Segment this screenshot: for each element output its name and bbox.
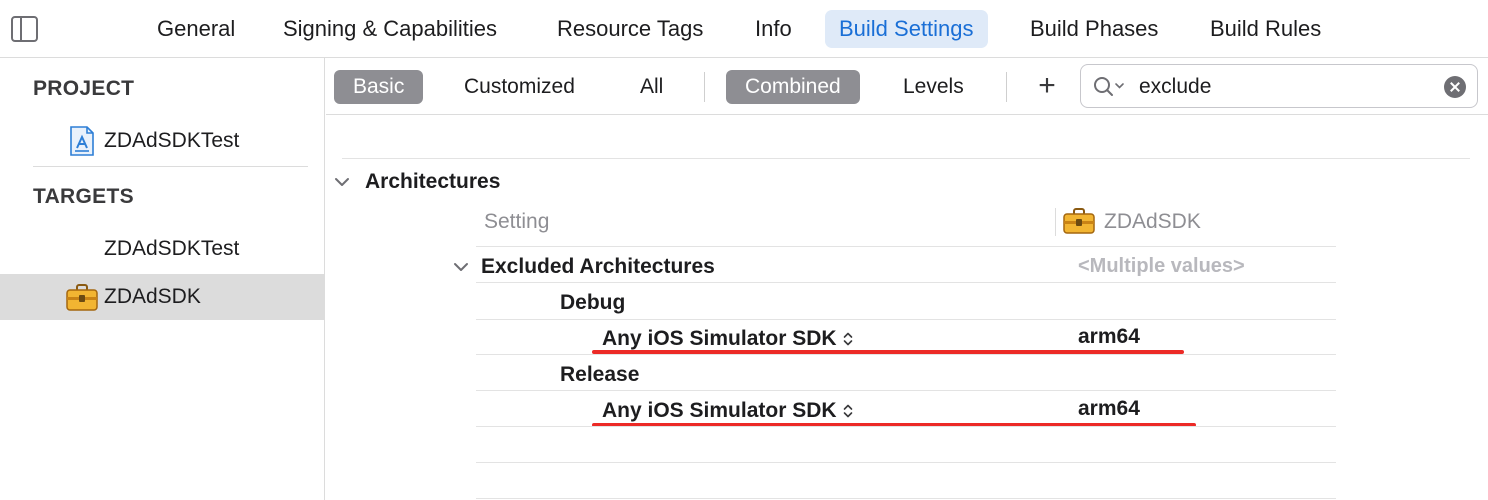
- project-heading: PROJECT: [33, 77, 135, 100]
- tab-build-rules[interactable]: Build Rules: [1196, 10, 1335, 48]
- debug-sdk-condition-label: Any iOS Simulator SDK: [602, 327, 837, 350]
- section-divider: [342, 158, 1470, 159]
- tab-build-settings[interactable]: Build Settings: [825, 10, 988, 48]
- tab-general[interactable]: General: [143, 10, 249, 48]
- header-divider: [476, 246, 1336, 247]
- chevron-down-icon[interactable]: [453, 259, 469, 275]
- target-item-zdadsdk[interactable]: ZDAdSDK: [0, 274, 324, 320]
- row-divider: [476, 354, 1336, 355]
- tab-info[interactable]: Info: [741, 10, 806, 48]
- debug-arch-value[interactable]: arm64: [1078, 325, 1140, 349]
- add-setting-button[interactable]: +: [1032, 69, 1062, 105]
- section-architectures-title: Architectures: [365, 170, 501, 193]
- chevron-updown-icon: [843, 333, 852, 346]
- project-item[interactable]: ZDAdSDKTest: [0, 118, 324, 164]
- scope-customized-button[interactable]: Customized: [445, 70, 594, 104]
- editor-tab-bar: General Signing & Capabilities Resource …: [0, 0, 1488, 58]
- release-arch-value[interactable]: arm64: [1078, 397, 1140, 421]
- search-input[interactable]: [1139, 72, 1429, 102]
- row-divider: [476, 498, 1336, 499]
- search-icon: [1094, 77, 1124, 96]
- chevron-updown-icon: [843, 405, 852, 418]
- target-item-label: ZDAdSDKTest: [104, 237, 240, 260]
- tab-build-phases[interactable]: Build Phases: [1016, 10, 1172, 48]
- navigator-separator: [33, 166, 308, 167]
- xcode-project-icon: [70, 126, 94, 156]
- row-divider: [476, 462, 1336, 463]
- column-header-target: ZDAdSDK: [1104, 210, 1201, 233]
- build-settings-filter-bar: Basic Customized All Combined Levels +: [326, 59, 1488, 115]
- config-release-label: Release: [560, 363, 640, 386]
- tab-signing-capabilities[interactable]: Signing & Capabilities: [269, 10, 511, 48]
- view-combined-button[interactable]: Combined: [726, 70, 860, 104]
- config-debug-label: Debug: [560, 291, 626, 314]
- filter-separator: [704, 72, 705, 102]
- setting-excluded-architectures[interactable]: Excluded Architectures: [481, 255, 715, 279]
- filter-separator: [1006, 72, 1007, 102]
- targets-heading: TARGETS: [33, 185, 134, 208]
- target-item-label: ZDAdSDK: [104, 285, 201, 308]
- clear-search-icon[interactable]: [1444, 76, 1466, 98]
- column-header-setting: Setting: [484, 210, 550, 233]
- release-sdk-condition-label: Any iOS Simulator SDK: [602, 399, 837, 422]
- sidebar-toggle-icon[interactable]: [11, 16, 38, 42]
- project-target-navigator: PROJECT ZDAdSDKTest TARGETS ZDAdSDKTest …: [0, 58, 325, 500]
- chevron-down-icon[interactable]: [334, 174, 350, 190]
- row-divider: [476, 282, 1336, 283]
- target-item-zdadsdktest[interactable]: ZDAdSDKTest: [0, 226, 324, 272]
- scope-basic-button[interactable]: Basic: [334, 70, 424, 104]
- release-sdk-condition-popup[interactable]: Any iOS Simulator SDK: [602, 399, 853, 423]
- row-divider: [476, 319, 1336, 320]
- setting-value-multiple[interactable]: <Multiple values>: [1078, 255, 1245, 278]
- column-divider: [1055, 208, 1056, 236]
- toolbox-icon: [1063, 208, 1095, 234]
- project-item-label: ZDAdSDKTest: [104, 129, 240, 152]
- view-levels-button[interactable]: Levels: [884, 70, 983, 104]
- row-divider: [476, 426, 1336, 427]
- sidebar-toggle-divider: [20, 18, 22, 40]
- search-field[interactable]: [1080, 64, 1478, 108]
- toolbox-icon: [66, 284, 98, 311]
- tab-resource-tags[interactable]: Resource Tags: [543, 10, 717, 48]
- row-divider: [476, 390, 1336, 391]
- debug-sdk-condition-popup[interactable]: Any iOS Simulator SDK: [602, 327, 853, 351]
- build-settings-table: Architectures Setting ZDAdSDK Excluded A…: [326, 116, 1488, 500]
- scope-all-button[interactable]: All: [621, 70, 682, 104]
